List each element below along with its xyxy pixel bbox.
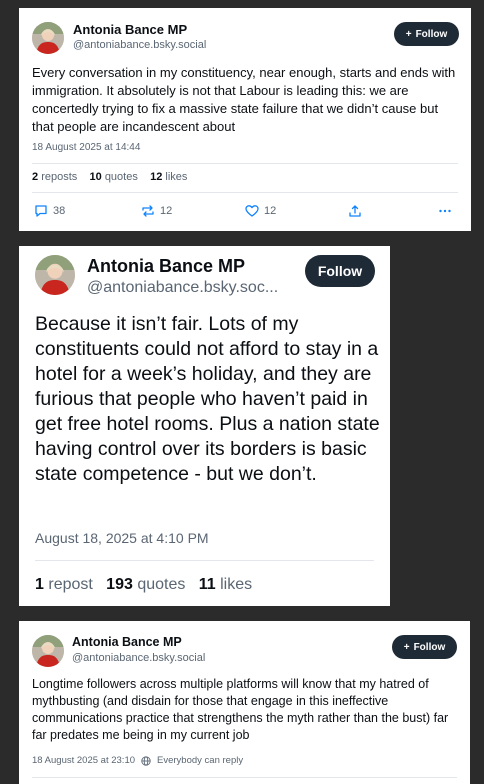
post-timestamp[interactable]: 18 August 2025 at 14:44 [32,142,140,153]
like-count: 12 [264,205,277,217]
speech-bubble-icon [35,205,47,217]
divider [35,560,374,561]
avatar-photo [32,22,64,54]
like-button[interactable]: 12 [245,204,276,218]
likes-stat[interactable]: 11 likes [199,576,252,593]
repost-count: 12 [160,205,173,217]
globe-icon [141,755,151,766]
post-card: Antonia Bance MP @antoniabance.bsky.soci… [19,8,471,231]
author-handle[interactable]: @antoniabance.bsky.social [73,39,206,51]
more-options-button[interactable] [438,204,452,218]
reposts-stat[interactable]: 2 reposts [32,171,77,183]
author-handle[interactable]: @antoniabance.bsky.social [72,652,205,664]
post-timestamp[interactable]: August 18, 2025 at 4:10 PM [35,530,209,546]
author-name[interactable]: Antonia Bance MP [73,22,187,37]
post-text: Longtime followers across multiple platf… [32,677,449,742]
follow-label: Follow [317,263,363,279]
plus-icon: + [403,641,410,653]
divider [32,192,458,193]
heart-icon [245,205,259,217]
engagement-stats: 1 repost 193 quotes 11 likes [35,576,252,594]
avatar[interactable] [32,22,64,54]
post-text: Because it isn’t fair. Lots of my consti… [35,313,380,485]
divider [32,777,457,778]
quotes-stat[interactable]: 10 quotes [90,171,138,183]
follow-button[interactable]: Follow [305,255,375,287]
avatar[interactable] [32,635,64,667]
divider [32,163,458,164]
repost-button[interactable]: 12 [141,204,172,218]
reply-count: 38 [53,205,66,217]
reposts-stat[interactable]: 1 repost [35,576,93,593]
repost-icon [142,205,154,217]
follow-button[interactable]: + Follow [392,635,457,659]
avatar[interactable] [35,255,75,295]
share-icon [349,205,361,217]
ellipsis-icon [439,209,451,213]
post-meta: 18 August 2025 at 23:10 Everybody can re… [32,755,243,766]
plus-icon: + [405,28,412,40]
post-card: Antonia Bance MP @antoniabance.bsky.soc.… [19,246,390,606]
likes-stat[interactable]: 12 likes [150,171,187,183]
share-button[interactable] [348,204,362,218]
engagement-stats: 2 reposts 10 quotes 12 likes [32,171,187,183]
post-text: Every conversation in my constituency, n… [32,65,456,134]
avatar-photo [35,255,75,295]
post-card: Antonia Bance MP @antoniabance.bsky.soci… [19,621,470,784]
author-handle[interactable]: @antoniabance.bsky.soc... [87,279,278,297]
author-name[interactable]: Antonia Bance MP [87,256,245,277]
avatar-photo [32,635,64,667]
reply-button[interactable]: 38 [34,204,65,218]
follow-label: Follow [413,641,446,653]
quotes-stat[interactable]: 193 quotes [106,576,185,593]
author-name[interactable]: Antonia Bance MP [72,635,182,649]
post-timestamp[interactable]: 18 August 2025 at 23:10 [32,755,135,766]
follow-label: Follow [415,28,448,40]
reply-setting[interactable]: Everybody can reply [157,755,243,766]
follow-button[interactable]: + Follow [394,22,459,46]
